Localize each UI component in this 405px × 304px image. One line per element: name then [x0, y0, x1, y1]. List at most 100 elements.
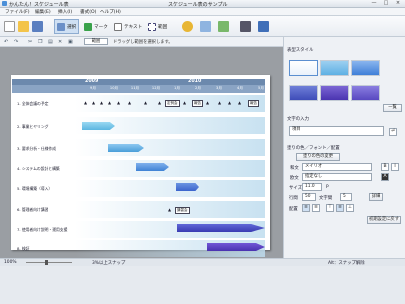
task-label[interactable]: 2. 事業ヒヤリング: [17, 124, 48, 130]
task-label[interactable]: 7. 使用者向け説明・運用支援: [17, 227, 67, 233]
redo-icon[interactable]: ↷: [14, 39, 18, 45]
task-arrow[interactable]: [176, 183, 199, 191]
cut-icon[interactable]: ✂: [28, 39, 32, 45]
task-arrow[interactable]: [177, 224, 265, 232]
menu-file[interactable]: ファイル(F): [5, 9, 30, 15]
milestone-marker[interactable]: ▲: [92, 100, 95, 105]
task-label[interactable]: 6. 管理者向け講習: [17, 207, 48, 213]
select-tool[interactable]: 選択: [54, 19, 80, 34]
task-arrow[interactable]: [207, 243, 265, 251]
meeting-box[interactable]: 定例会: [165, 100, 180, 107]
minimize-button[interactable]: —: [368, 0, 380, 7]
milestone-marker[interactable]: ▲: [206, 100, 209, 105]
range-label: 範囲: [158, 24, 168, 30]
milestone-marker[interactable]: ▲: [168, 207, 171, 212]
size-input[interactable]: 11.0: [302, 183, 322, 191]
menu-edit[interactable]: 編集(E): [35, 9, 51, 15]
new-file-icon: [4, 21, 15, 32]
milestone-marker[interactable]: ▲: [158, 100, 161, 105]
align-left-icon[interactable]: ≡: [302, 204, 310, 212]
apply-style-button[interactable]: 一覧: [383, 104, 402, 112]
snap-status: 3%以上スナップ: [92, 261, 126, 266]
undo-icon[interactable]: ↶: [4, 39, 8, 45]
menu-format[interactable]: 書式(O): [80, 9, 96, 15]
hint-text: ドラッグし範囲を選択します。: [113, 40, 173, 45]
mark-tool[interactable]: マーク: [84, 19, 108, 34]
task-arrow[interactable]: [108, 144, 144, 152]
text-color-icon[interactable]: A: [381, 173, 389, 181]
align-center-icon[interactable]: ≡: [312, 204, 320, 212]
menu-help[interactable]: ヘルプ(H): [100, 9, 121, 15]
task-arrow[interactable]: [136, 163, 169, 171]
group-icon[interactable]: ▣: [68, 39, 73, 45]
copy-icon[interactable]: ❐: [38, 39, 42, 45]
print-button[interactable]: [240, 19, 251, 34]
text-input[interactable]: 項目: [289, 126, 384, 136]
meeting-box[interactable]: 報告: [248, 100, 259, 107]
milestone-marker[interactable]: ▲: [144, 100, 147, 105]
export-button[interactable]: [258, 19, 269, 34]
maximize-button[interactable]: □: [380, 0, 392, 7]
bold-icon[interactable]: B: [381, 163, 389, 171]
month-label: 3月: [216, 86, 222, 90]
milestone-marker[interactable]: ▲: [228, 100, 231, 105]
font-select[interactable]: メイリオ: [302, 163, 372, 171]
text-tool[interactable]: テキスト: [114, 19, 142, 34]
task-label[interactable]: 4. システムの設計と構築: [17, 166, 60, 172]
milestone-marker[interactable]: ▲: [84, 100, 87, 105]
task-label[interactable]: 8. 検証: [17, 246, 29, 252]
style-swatch[interactable]: [351, 85, 380, 101]
valign-bottom-icon[interactable]: ⊥: [346, 204, 354, 212]
task-label[interactable]: 1. 全体会議の予定: [17, 101, 48, 107]
menu-bar: ファイル(F) 編集(E) 挿入(I) 書式(O) ヘルプ(H): [0, 8, 405, 16]
menu-insert[interactable]: 挿入(I): [58, 9, 72, 15]
open-button[interactable]: [18, 19, 29, 34]
text-apply-icon[interactable]: ⏎: [389, 128, 397, 136]
style-swatch[interactable]: [320, 60, 349, 76]
tool-button[interactable]: [200, 19, 211, 34]
fill-color-button[interactable]: 塗りの色の変更: [296, 153, 340, 161]
reset-button[interactable]: 初期設定に戻す: [367, 216, 401, 224]
close-button[interactable]: ×: [392, 0, 404, 7]
italic-icon[interactable]: I: [391, 163, 399, 171]
delete-icon[interactable]: ✕: [58, 39, 62, 45]
milestone-marker[interactable]: ▲: [117, 100, 120, 105]
image-icon: [218, 21, 229, 32]
zoom-slider[interactable]: [26, 262, 72, 263]
valign-top-icon[interactable]: ⊤: [326, 204, 334, 212]
milestone-marker[interactable]: ▲: [183, 100, 186, 105]
milestone-marker[interactable]: ▲: [238, 100, 241, 105]
task-label[interactable]: 3. 要求分析・仕様作成: [17, 146, 56, 152]
meeting-box[interactable]: 報告: [192, 100, 203, 107]
style-swatch[interactable]: [289, 60, 318, 76]
style-swatch[interactable]: [351, 60, 380, 76]
paste-icon[interactable]: ▤: [48, 39, 53, 45]
char-spacing-input[interactable]: 5: [340, 193, 352, 201]
range-tool[interactable]: 範囲: [148, 19, 167, 34]
range-icon: [148, 22, 156, 31]
save-button[interactable]: [32, 19, 43, 34]
milestone-marker[interactable]: ▲: [108, 100, 111, 105]
app-title: かんたん！スケジュール表: [9, 2, 69, 8]
milestone-marker[interactable]: ▲: [128, 100, 131, 105]
image-button[interactable]: [218, 19, 229, 34]
month-label: 4月: [237, 86, 243, 90]
spacing-input[interactable]: 50: [302, 193, 316, 201]
new-button[interactable]: [4, 19, 15, 34]
color-section-title: 塗りの色／フォント／配置: [287, 146, 340, 151]
row-band: [75, 139, 265, 156]
palette-button[interactable]: [182, 19, 193, 34]
lecture-box[interactable]: 講習会: [175, 207, 190, 214]
font2-select[interactable]: 指定なし: [302, 173, 372, 181]
task-arrow[interactable]: [82, 122, 115, 130]
task-label[interactable]: 5. 環境構築（導入）: [17, 186, 52, 192]
style-swatch[interactable]: [289, 85, 318, 101]
style-swatch[interactable]: [320, 85, 349, 101]
milestone-marker[interactable]: ▲: [218, 100, 221, 105]
milestone-marker[interactable]: ▲: [100, 100, 103, 105]
zoom-slider-handle[interactable]: [45, 260, 48, 265]
detail-button[interactable]: 詳細: [369, 193, 383, 201]
valign-middle-icon[interactable]: ≡: [336, 204, 344, 212]
zoom-level[interactable]: 100%: [4, 260, 17, 265]
font2-label: 欧文: [290, 176, 299, 181]
